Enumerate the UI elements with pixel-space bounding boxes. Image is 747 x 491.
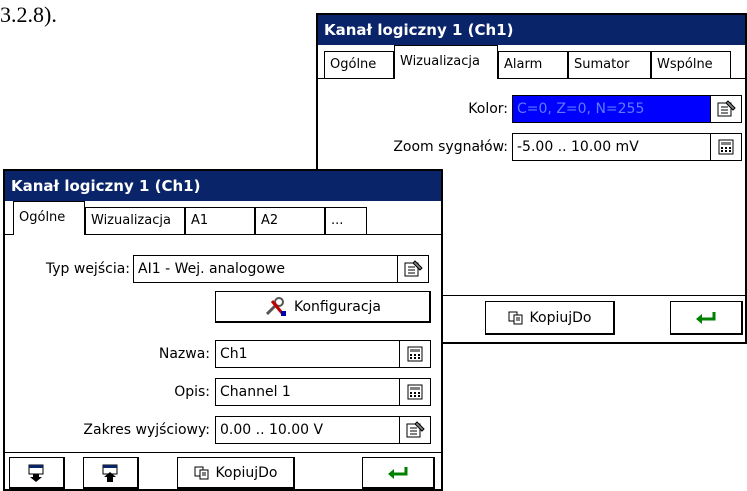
output-range-value: 0.00 .. 10.00 V [220, 422, 324, 438]
color-field[interactable]: C=0, Z=0, N=255 [512, 95, 742, 123]
window-title: Kanał logiczny 1 (Ch1) [318, 15, 745, 45]
color-label: Kolor: [468, 101, 508, 117]
copy-to-button[interactable]: KopiujDo [177, 457, 295, 489]
copy-to-label: KopiujDo [529, 309, 592, 326]
document-fragment-text: 3.2.8). [0, 2, 57, 27]
enter-button[interactable] [670, 301, 743, 335]
tab-general[interactable]: Ogólne [13, 201, 85, 235]
zoom-calculator-button[interactable] [710, 134, 741, 160]
configuration-button[interactable]: Konfiguracja [215, 291, 431, 323]
tab-alarm[interactable]: Alarm [498, 51, 568, 79]
properties-icon [406, 421, 425, 438]
input-type-label: Typ wejścia: [45, 261, 130, 277]
copy-icon [508, 311, 523, 324]
copy-to-button[interactable]: KopiujDo [485, 301, 615, 335]
copy-icon [194, 466, 209, 479]
move-down-button[interactable] [9, 457, 65, 489]
tab-visualization[interactable]: Wizualizacja [394, 45, 498, 79]
calculator-icon [407, 346, 423, 362]
output-range-properties-button[interactable] [399, 417, 430, 443]
output-range-label: Zakres wyjściowy: [83, 422, 210, 438]
tools-icon [265, 296, 286, 316]
tab-strip: Ogólne Wizualizacja A1 A2 ... [5, 201, 441, 235]
enter-button[interactable] [362, 457, 435, 489]
tab-visualization[interactable]: Wizualizacja [85, 207, 185, 235]
tab-a2[interactable]: A2 [255, 207, 325, 235]
tab-strip: Ogólne Wizualizacja Alarm Sumator Wspóln… [318, 45, 745, 79]
input-type-field[interactable]: AI1 - Wej. analogowe [133, 255, 429, 283]
zoom-field[interactable]: -5.00 .. 10.00 mV [512, 133, 742, 161]
name-calculator-button[interactable] [399, 341, 430, 367]
tab-a1[interactable]: A1 [185, 207, 255, 235]
name-field[interactable]: Ch1 [215, 340, 431, 368]
properties-icon [717, 100, 736, 117]
enter-icon [388, 466, 408, 479]
input-type-value: AI1 - Wej. analogowe [138, 261, 285, 277]
copy-to-label: KopiujDo [215, 464, 278, 481]
name-value: Ch1 [220, 346, 248, 362]
description-label: Opis: [174, 384, 210, 400]
configuration-label: Konfiguracja [293, 298, 381, 315]
description-calculator-button[interactable] [399, 379, 430, 405]
move-up-icon [102, 464, 117, 482]
tab-general[interactable]: Ogólne [324, 51, 394, 79]
tab-totalizer[interactable]: Sumator [568, 51, 651, 79]
move-down-icon [28, 464, 43, 482]
description-value: Channel 1 [220, 384, 291, 400]
properties-icon [404, 260, 423, 277]
zoom-label: Zoom sygnałów: [393, 139, 508, 155]
input-type-properties-button[interactable] [397, 256, 428, 282]
color-properties-button[interactable] [710, 96, 741, 122]
color-value: C=0, Z=0, N=255 [517, 101, 645, 117]
name-label: Nazwa: [158, 346, 210, 362]
zoom-value: -5.00 .. 10.00 mV [517, 139, 639, 155]
tab-common[interactable]: Wspólne [651, 51, 731, 79]
tab-more[interactable]: ... [325, 207, 367, 235]
channel-window-general: Kanał logiczny 1 (Ch1) Ogólne Wizualizac… [3, 169, 443, 491]
calculator-icon [407, 384, 423, 400]
window-title: Kanał logiczny 1 (Ch1) [5, 171, 441, 201]
calculator-icon [718, 139, 734, 155]
output-range-field[interactable]: 0.00 .. 10.00 V [215, 416, 431, 444]
enter-icon [696, 311, 716, 324]
move-up-button[interactable] [83, 457, 139, 489]
description-field[interactable]: Channel 1 [215, 378, 431, 406]
